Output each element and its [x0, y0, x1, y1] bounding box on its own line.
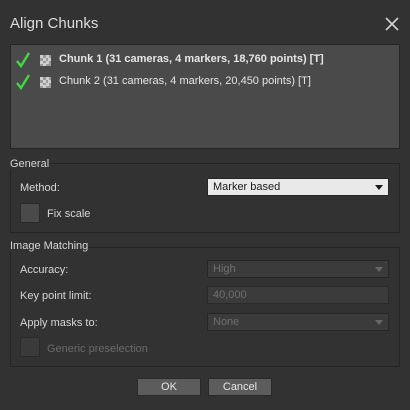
- checkmark-icon[interactable]: [16, 74, 30, 90]
- chunk-row[interactable]: Chunk 1 (31 cameras, 4 markers, 18,760 p…: [11, 49, 399, 71]
- image-matching-group-title: Image Matching: [10, 240, 89, 252]
- method-value: Marker based: [213, 181, 281, 193]
- chevron-down-icon: [375, 185, 383, 190]
- key-point-limit-value: 40,000: [213, 289, 247, 301]
- general-group-title: General: [10, 158, 50, 170]
- apply-masks-label: Apply masks to:: [20, 317, 98, 329]
- apply-masks-value: None: [213, 316, 240, 328]
- chunk-grid-icon: [40, 77, 51, 88]
- apply-masks-select: None: [207, 313, 389, 331]
- accuracy-select: High: [207, 260, 389, 278]
- cancel-button[interactable]: Cancel: [208, 378, 272, 396]
- accuracy-label: Accuracy:: [20, 264, 69, 276]
- chunk-label: Chunk 2 (31 cameras, 4 markers, 20,450 p…: [59, 75, 311, 87]
- chevron-down-icon: [375, 320, 383, 325]
- generic-preselection-checkbox: [20, 337, 40, 357]
- generic-preselection-label: Generic preselection: [47, 343, 148, 355]
- chunk-grid-icon: [40, 55, 51, 66]
- chunk-list[interactable]: Chunk 1 (31 cameras, 4 markers, 18,760 p…: [10, 44, 400, 149]
- checkmark-icon[interactable]: [16, 52, 30, 68]
- method-select[interactable]: Marker based: [207, 178, 389, 196]
- method-label: Method:: [20, 182, 60, 194]
- accuracy-value: High: [213, 263, 236, 275]
- fix-scale-label: Fix scale: [47, 208, 91, 220]
- key-point-limit-field: 40,000: [207, 286, 389, 304]
- chunk-label: Chunk 1 (31 cameras, 4 markers, 18,760 p…: [59, 53, 324, 65]
- dialog-title: Align Chunks: [10, 15, 99, 32]
- general-group: [10, 163, 400, 233]
- key-point-limit-label: Key point limit:: [20, 290, 92, 302]
- close-icon[interactable]: [384, 16, 400, 32]
- chunk-row[interactable]: Chunk 2 (31 cameras, 4 markers, 20,450 p…: [11, 71, 399, 93]
- chevron-down-icon: [375, 267, 383, 272]
- fix-scale-checkbox[interactable]: [20, 203, 40, 223]
- ok-button[interactable]: OK: [137, 378, 201, 396]
- title-bar: Align Chunks: [0, 0, 410, 46]
